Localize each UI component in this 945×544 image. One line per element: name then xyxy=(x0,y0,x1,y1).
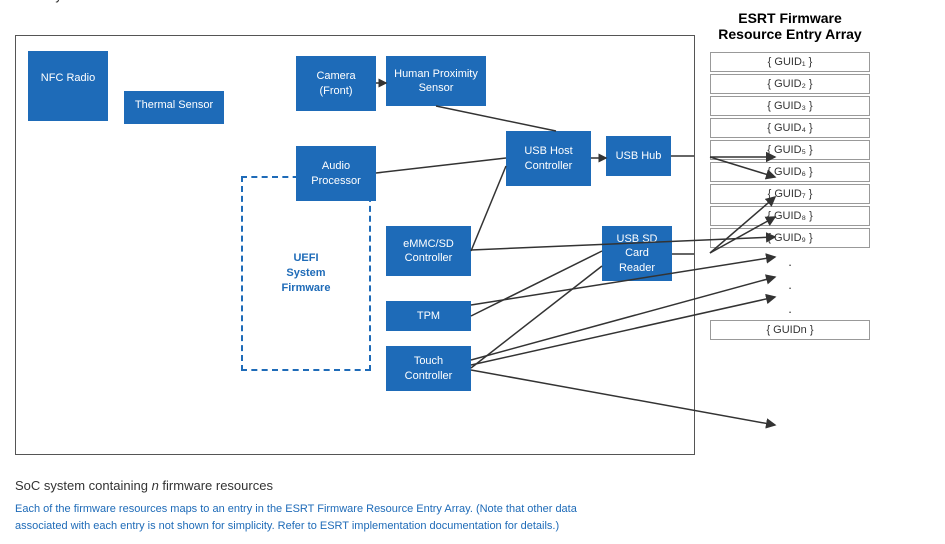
camera: Camera (Front) xyxy=(296,56,376,111)
human-proximity-sensor: Human Proximity Sensor xyxy=(386,56,486,106)
soc-box: Mobile Broadband Radio WiFi Radio Blueto… xyxy=(15,35,695,455)
tpm: TPM xyxy=(386,301,471,331)
guid-3: { GUID₃ } xyxy=(710,96,870,116)
main-container: SoC system Mobile Broadband Radio WiFi R… xyxy=(0,0,945,544)
guid-7: { GUID₇ } xyxy=(710,184,870,204)
nfc-radio: NFC Radio xyxy=(28,51,108,106)
guid-5: { GUID₅ } xyxy=(710,140,870,160)
uefi-label: UEFI System Firmware xyxy=(275,250,338,296)
esrt-title: ESRT Firmware Resource Entry Array xyxy=(710,10,870,42)
guid-2: { GUID₂ } xyxy=(710,74,870,94)
emmc-controller: eMMC/SD Controller xyxy=(386,226,471,276)
guid-4: { GUID₄ } xyxy=(710,118,870,138)
bottom-section: SoC system containing n firmware resourc… xyxy=(15,478,930,534)
touch-controller: Touch Controller xyxy=(386,346,471,391)
dot-3: . xyxy=(710,297,870,320)
bottom-description: Each of the firmware resources maps to a… xyxy=(15,501,615,534)
bottom-caption: SoC system containing n firmware resourc… xyxy=(15,478,930,493)
guid-1: { GUID₁ } xyxy=(710,52,870,72)
dot-1: . xyxy=(710,250,870,273)
audio-processor: Audio Processor xyxy=(296,146,376,201)
usb-sd-card-reader: USB SD Card Reader xyxy=(602,226,672,281)
soc-label: SoC system xyxy=(20,0,90,3)
thermal-sensor: Thermal Sensor xyxy=(124,91,224,119)
usb-host-controller: USB Host Controller xyxy=(506,131,591,186)
esrt-panel: ESRT Firmware Resource Entry Array { GUI… xyxy=(710,10,870,342)
guid-9: { GUID₉ } xyxy=(710,228,870,248)
usb-hub: USB Hub xyxy=(606,136,671,176)
guid-8: { GUID₈ } xyxy=(710,206,870,226)
guid-6: { GUID₆ } xyxy=(710,162,870,182)
dot-2: . xyxy=(710,273,870,296)
uefi-box: UEFI System Firmware xyxy=(241,176,371,371)
guid-n: { GUIDn } xyxy=(710,320,870,340)
